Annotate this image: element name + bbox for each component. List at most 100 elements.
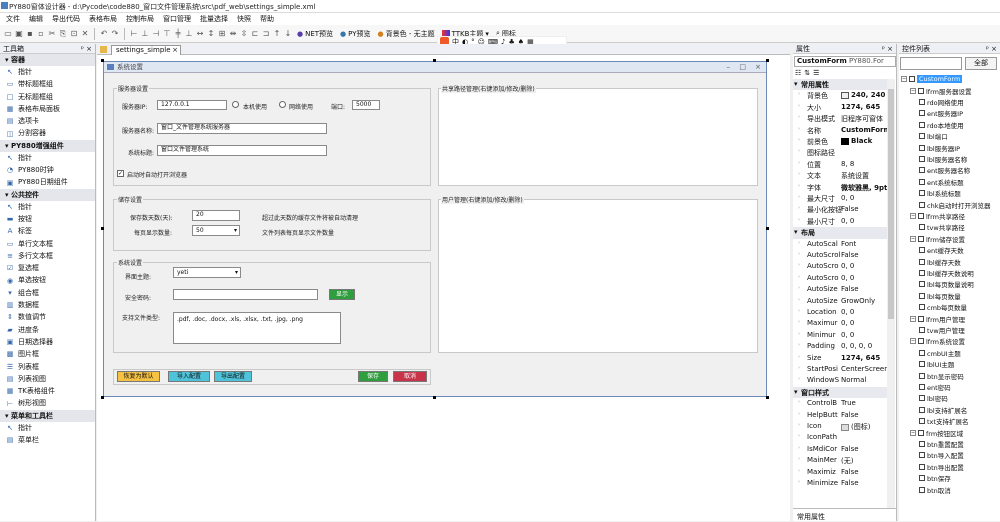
property-row[interactable]: › Size 1274, 645	[793, 353, 887, 364]
save-button[interactable]: 保存	[358, 371, 388, 382]
property-row[interactable]: › HelpButt False	[793, 410, 887, 421]
local-use-radio[interactable]	[232, 101, 239, 108]
visibility-checkbox[interactable]	[919, 156, 925, 163]
undo-icon[interactable]: ↶	[99, 29, 109, 39]
tree-node[interactable]: btn导入配置	[919, 451, 964, 460]
tree-node[interactable]: lbl每页数量	[919, 292, 961, 301]
toolbox-category[interactable]: ▾ 容器	[0, 54, 95, 66]
toolbox-item[interactable]: ⊢ 树形视图	[0, 397, 95, 409]
property-value[interactable]: False	[841, 285, 859, 293]
property-row[interactable]: › AutoSize False	[793, 284, 887, 295]
toolbox-item[interactable]: ▾ 组合框	[0, 287, 95, 299]
toolbox-item[interactable]: ☰ 列表框	[0, 361, 95, 373]
property-value[interactable]: 0, 0	[841, 308, 854, 316]
tree-node[interactable]: ent系统标题	[919, 178, 964, 187]
menu-item[interactable]: 窗口管理	[163, 14, 191, 24]
maximize-icon[interactable]: □	[739, 62, 746, 73]
same-width-icon[interactable]: ↔	[195, 29, 205, 39]
property-row[interactable]: › 导出模式 旧程序可窗体	[793, 113, 887, 124]
property-row[interactable]: › 前景色 Black	[793, 136, 887, 147]
property-value[interactable]: False	[841, 411, 859, 419]
property-row[interactable]: › AutoScal Font	[793, 239, 887, 250]
cancel-button[interactable]: 取消	[393, 371, 427, 382]
network-use-radio[interactable]	[279, 101, 286, 108]
tree-node[interactable]: − lfrm共享路径	[910, 212, 965, 221]
visibility-checkbox[interactable]	[919, 441, 925, 448]
tree-node[interactable]: lbl密码	[919, 394, 948, 403]
visibility-checkbox[interactable]	[919, 475, 925, 482]
property-value[interactable]: 1274, 645	[841, 103, 880, 111]
save-icon[interactable]: ▪	[25, 29, 35, 39]
resize-handle[interactable]	[433, 396, 436, 399]
property-value[interactable]: Black	[841, 137, 872, 145]
align-center-icon[interactable]: ⊥	[140, 29, 150, 39]
toolbox-item[interactable]: ◫ 分割容器	[0, 127, 95, 139]
property-value[interactable]: 0, 0	[841, 331, 854, 339]
property-row[interactable]: › Minimize False	[793, 478, 887, 489]
tree-node[interactable]: ent服务器IP	[919, 109, 963, 118]
scroll-thumb[interactable]	[888, 89, 894, 319]
save-all-icon[interactable]: ▫	[36, 29, 46, 39]
tree-node[interactable]: lblUI主题	[919, 360, 954, 369]
show-all-button[interactable]: 全部	[965, 57, 997, 70]
hspace-icon[interactable]: ⇹	[228, 29, 238, 39]
property-value[interactable]: False	[841, 205, 859, 213]
keep-days-field[interactable]: 20	[192, 210, 240, 221]
close-icon[interactable]: ×	[755, 62, 761, 73]
system-title-field[interactable]: 窗口文件管理系统	[157, 145, 327, 156]
sort-az-icon[interactable]: ⇅	[804, 69, 810, 77]
toolbox-item[interactable]: ▣ PY880日期组件	[0, 176, 95, 188]
property-category[interactable]: ▾ 窗口样式	[793, 386, 887, 399]
properties-scrollbar[interactable]	[887, 79, 895, 509]
new-icon[interactable]: ▭	[3, 29, 13, 39]
delete-icon[interactable]: ✕	[80, 29, 90, 39]
autostart-checkbox[interactable]: ✓	[117, 170, 124, 177]
visibility-checkbox[interactable]	[919, 99, 925, 106]
resize-handle[interactable]	[101, 227, 104, 230]
visibility-checkbox[interactable]	[919, 418, 925, 425]
property-row[interactable]: › IconPath	[793, 432, 887, 443]
cut-icon[interactable]: ✂	[47, 29, 57, 39]
visibility-checkbox[interactable]	[919, 406, 925, 413]
visibility-checkbox[interactable]	[919, 258, 925, 265]
port-field[interactable]: 5000	[352, 100, 380, 110]
resize-handle[interactable]	[766, 227, 769, 230]
toolbox-category[interactable]: ▾ 公共控件	[0, 188, 95, 201]
property-value[interactable]: False	[841, 445, 859, 453]
collapse-icon[interactable]: −	[901, 76, 907, 83]
property-row[interactable]: › Location 0, 0	[793, 307, 887, 318]
visibility-checkbox[interactable]	[919, 247, 925, 254]
visibility-checkbox[interactable]	[918, 315, 924, 322]
menu-item[interactable]: 快照	[237, 14, 251, 24]
visibility-checkbox[interactable]	[919, 452, 925, 459]
list-icon[interactable]: ☰	[813, 69, 819, 77]
visibility-checkbox[interactable]	[909, 76, 915, 83]
align-left-icon[interactable]: ⊢	[129, 29, 139, 39]
visibility-checkbox[interactable]	[919, 361, 925, 368]
server-name-field[interactable]: 窗口_文件管理系统服务器	[157, 123, 327, 134]
property-row[interactable]: › 位置 8, 8	[793, 159, 887, 170]
redo-icon[interactable]: ↷	[110, 29, 120, 39]
tree-node[interactable]: chk启动时打开浏览器	[919, 200, 990, 210]
visibility-checkbox[interactable]	[919, 201, 925, 208]
same-height-icon[interactable]: ↕	[206, 29, 216, 39]
bring-front-icon[interactable]: ↑	[272, 29, 282, 39]
align-middle-icon[interactable]: ╪	[173, 29, 183, 39]
property-value[interactable]: 0, 0	[841, 274, 854, 282]
collapse-icon[interactable]: ▾	[794, 228, 798, 236]
tree-node[interactable]: ent密码	[919, 383, 951, 392]
visibility-checkbox[interactable]	[919, 349, 925, 356]
property-row[interactable]: › 图标路径	[793, 147, 887, 158]
property-value[interactable]: (无)	[841, 456, 853, 466]
tree-node[interactable]: ent缓存天数	[919, 246, 964, 255]
property-row[interactable]: › Padding 0, 0, 0, 0	[793, 341, 887, 352]
property-value[interactable]: 0, 0	[841, 194, 854, 202]
property-value[interactable]: False	[841, 251, 859, 259]
tree-node[interactable]: btn重置配置	[919, 440, 964, 449]
tree-node[interactable]: btn取消	[919, 485, 951, 495]
toolbox-item[interactable]: ▤ 选项卡	[0, 115, 95, 127]
toolbox-item[interactable]: ☑ 复选框	[0, 262, 95, 274]
close-icon[interactable]: ×	[172, 46, 178, 55]
property-value[interactable]: Font	[841, 240, 856, 248]
property-value[interactable]: 0, 0	[841, 262, 854, 270]
